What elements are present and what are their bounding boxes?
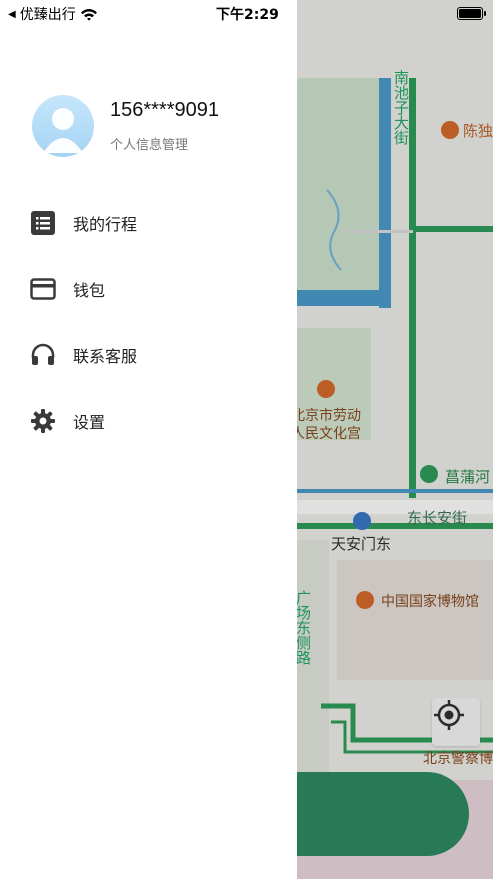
wallet-icon	[30, 276, 56, 302]
menu-item-support[interactable]: 联系客服	[30, 322, 137, 388]
wifi-icon	[80, 8, 97, 21]
gear-icon	[30, 408, 56, 434]
battery-icon	[457, 7, 486, 20]
avatar[interactable]	[32, 95, 94, 157]
map-dim-overlay[interactable]	[297, 0, 493, 879]
status-carrier[interactable]: ◀ 优臻出行	[8, 4, 98, 24]
menu-item-label: 钱包	[73, 281, 106, 300]
profile-manage-link[interactable]: 个人信息管理	[110, 134, 219, 153]
user-phone: 156****9091	[110, 99, 219, 121]
status-bar: ◀ 优臻出行 下午2:29	[0, 0, 493, 26]
menu-item-settings[interactable]: 设置	[30, 388, 137, 454]
back-triangle-icon: ◀	[8, 8, 16, 20]
map-view[interactable]: 南池子大街 陈独 北京市劳动 人民文化宫 菖蒲河 东长安街 天安门东 中国国家博…	[297, 0, 493, 879]
status-time: 下午2:29	[216, 7, 279, 23]
menu-item-wallet[interactable]: 钱包	[30, 256, 137, 322]
headset-icon	[30, 342, 56, 368]
profile-header[interactable]: 156****9091 个人信息管理	[32, 95, 219, 157]
menu-item-label: 联系客服	[73, 347, 138, 366]
side-drawer: 156****9091 个人信息管理 我的行程 钱包 联系客服 设置	[0, 0, 297, 879]
list-icon	[30, 210, 56, 236]
carrier-name: 优臻出行	[19, 7, 76, 23]
user-icon	[43, 108, 83, 153]
menu-item-trips[interactable]: 我的行程	[30, 190, 137, 256]
menu-item-label: 设置	[73, 413, 106, 432]
drawer-menu: 我的行程 钱包 联系客服 设置	[30, 190, 137, 454]
menu-item-label: 我的行程	[73, 215, 138, 234]
